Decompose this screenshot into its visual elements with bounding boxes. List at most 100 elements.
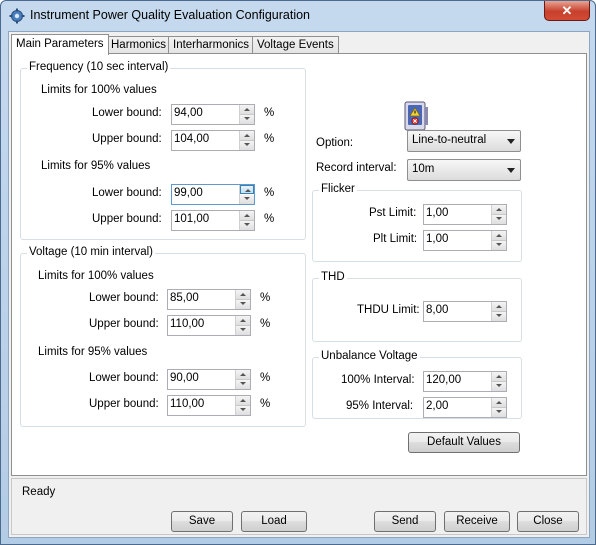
percent-unit: %	[260, 398, 271, 410]
thd-group: THD THDU Limit: 8,00	[312, 271, 522, 342]
spin-up-arrow-icon[interactable]	[492, 231, 506, 241]
interval95-value: 2,00	[426, 400, 449, 412]
thd-group-title: THD	[319, 271, 347, 283]
voltage-upper100-value: 110,00	[170, 318, 205, 330]
interval95-label: 95% Interval:	[346, 400, 414, 412]
option-dropdown[interactable]: Line-to-neutral	[407, 130, 521, 152]
tab-harmonics[interactable]: Harmonics	[106, 36, 171, 54]
pst-limit-label: Pst Limit:	[369, 207, 417, 219]
frequency-upper100-spinbox[interactable]: 104,00	[171, 130, 255, 151]
frequency-upper95-label: Upper bound:	[92, 213, 162, 225]
save-button[interactable]: Save	[171, 511, 233, 532]
spin-up-arrow-icon[interactable]	[240, 105, 254, 115]
frequency-upper95-spinbox[interactable]: 101,00	[171, 210, 255, 231]
spin-down-arrow-icon[interactable]	[492, 215, 506, 224]
percent-unit: %	[264, 187, 275, 199]
plt-limit-label: Plt Limit:	[373, 233, 418, 245]
frequency-upper100-value: 104,00	[174, 133, 210, 145]
voltage-lower100-value: 85,00	[170, 292, 199, 304]
frequency-limits100-heading: Limits for 100% values	[41, 84, 157, 96]
title-bar[interactable]: Instrument Power Quality Evaluation Conf…	[1, 1, 595, 31]
spin-down-arrow-icon[interactable]	[240, 221, 254, 230]
frequency-lower100-spinbox[interactable]: 94,00	[171, 104, 255, 125]
spin-up-arrow-icon[interactable]	[492, 302, 506, 312]
voltage-lower100-label: Lower bound:	[89, 292, 159, 304]
spin-down-arrow-icon[interactable]	[492, 241, 506, 250]
spin-up-arrow-icon[interactable]	[236, 316, 250, 326]
spin-down-arrow-icon[interactable]	[492, 382, 506, 391]
frequency-upper100-label: Upper bound:	[92, 133, 162, 145]
spin-down-arrow-icon[interactable]	[236, 380, 250, 389]
main-parameters-panel: Frequency (10 sec interval) Limits for 1…	[11, 53, 587, 476]
record-interval-dropdown[interactable]: 10m	[407, 159, 521, 181]
frequency-lower95-spinbox[interactable]: 99,00	[171, 184, 255, 205]
spin-up-arrow-icon[interactable]	[236, 396, 250, 406]
voltage-limits95-heading: Limits for 95% values	[38, 346, 148, 358]
pst-limit-spinbox[interactable]: 1,00	[423, 204, 507, 225]
frequency-lower95-value: 99,00	[174, 187, 203, 199]
load-button[interactable]: Load	[241, 511, 307, 532]
window-title: Instrument Power Quality Evaluation Conf…	[30, 8, 311, 22]
spin-up-arrow-icon[interactable]	[492, 372, 506, 382]
interval95-spinbox[interactable]: 2,00	[423, 397, 507, 418]
unbalance-group-title: Unbalance Voltage	[319, 350, 420, 362]
voltage-upper95-value: 110,00	[170, 398, 205, 410]
voltage-lower95-spinbox[interactable]: 90,00	[167, 369, 251, 390]
frequency-upper95-value: 101,00	[174, 213, 210, 225]
voltage-limits100-heading: Limits for 100% values	[38, 270, 154, 282]
flicker-group-title: Flicker	[319, 183, 357, 195]
frequency-group: Frequency (10 sec interval) Limits for 1…	[20, 61, 306, 240]
percent-unit: %	[264, 213, 275, 225]
window-close-button[interactable]: ✕	[544, 1, 590, 21]
spin-up-arrow-icon[interactable]	[492, 398, 506, 408]
receive-button[interactable]: Receive	[444, 511, 510, 532]
thdu-limit-spinbox[interactable]: 8,00	[423, 301, 507, 322]
spin-up-arrow-icon[interactable]	[492, 205, 506, 215]
frequency-lower100-value: 94,00	[174, 107, 203, 119]
flicker-group: Flicker Pst Limit: 1,00 Plt Limit: 1,00	[312, 183, 522, 262]
app-window: Instrument Power Quality Evaluation Conf…	[0, 0, 596, 545]
thdu-limit-value: 8,00	[426, 304, 449, 316]
percent-unit: %	[264, 133, 275, 145]
voltage-upper95-spinbox[interactable]: 110,00	[167, 395, 251, 416]
spin-up-arrow-icon[interactable]	[236, 370, 250, 380]
close-button[interactable]: Close	[517, 511, 579, 532]
spin-down-arrow-icon[interactable]	[236, 326, 250, 335]
percent-unit: %	[260, 318, 271, 330]
default-values-button[interactable]: Default Values	[408, 432, 520, 453]
send-button[interactable]: Send	[374, 511, 436, 532]
interval100-spinbox[interactable]: 120,00	[423, 371, 507, 392]
spin-up-arrow-icon[interactable]	[240, 185, 254, 194]
option-label: Option:	[316, 137, 354, 149]
spin-down-arrow-icon[interactable]	[492, 312, 506, 321]
voltage-upper95-label: Upper bound:	[89, 398, 159, 410]
plt-limit-spinbox[interactable]: 1,00	[423, 230, 507, 251]
spin-down-arrow-icon[interactable]	[240, 141, 254, 150]
chevron-down-icon	[507, 139, 515, 144]
gear-app-icon	[9, 8, 25, 24]
voltage-group: Voltage (10 min interval) Limits for 100…	[20, 246, 306, 427]
interval100-value: 120,00	[426, 374, 462, 386]
option-value: Line-to-neutral	[412, 134, 487, 146]
pst-limit-value: 1,00	[426, 207, 449, 219]
tab-interharmonics[interactable]: Interharmonics	[168, 36, 255, 54]
tab-voltage-events[interactable]: Voltage Events	[252, 36, 339, 54]
tab-main-parameters[interactable]: Main Parameters	[11, 34, 109, 55]
spin-down-arrow-icon[interactable]	[492, 408, 506, 417]
voltage-upper100-spinbox[interactable]: 110,00	[167, 315, 251, 336]
status-text: Ready	[22, 486, 56, 498]
spin-up-arrow-icon[interactable]	[240, 131, 254, 141]
percent-unit: %	[260, 292, 271, 304]
voltage-lower100-spinbox[interactable]: 85,00	[167, 289, 251, 310]
spin-up-arrow-icon[interactable]	[240, 211, 254, 221]
spin-down-arrow-icon[interactable]	[236, 406, 250, 415]
spin-down-arrow-icon[interactable]	[240, 195, 254, 204]
chevron-down-icon	[507, 168, 515, 173]
interval100-label: 100% Interval:	[341, 374, 415, 386]
spin-down-arrow-icon[interactable]	[236, 300, 250, 309]
spin-up-arrow-icon[interactable]	[236, 290, 250, 300]
spin-down-arrow-icon[interactable]	[240, 115, 254, 124]
client-area: Main Parameters Harmonics Interharmonics…	[8, 31, 590, 538]
unbalance-voltage-group: Unbalance Voltage 100% Interval: 120,00 …	[312, 350, 522, 419]
thdu-limit-label: THDU Limit:	[357, 304, 420, 316]
